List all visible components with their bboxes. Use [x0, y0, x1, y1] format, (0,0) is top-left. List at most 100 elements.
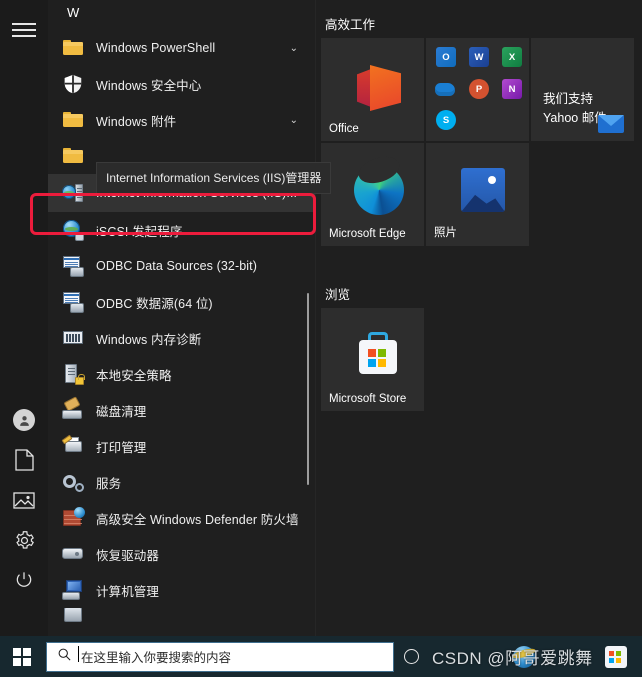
recovery-drive-icon: [62, 543, 84, 565]
tile-microsoft-edge[interactable]: Microsoft Edge: [321, 143, 424, 246]
list-item-odbc-64[interactable]: ODBC 数据源(64 位): [48, 284, 316, 320]
cortana-icon: [403, 649, 419, 664]
screen: VMware W Windows PowerShell ⌄ Windows 安全…: [0, 0, 642, 677]
list-item-label: Windows 内存诊断: [96, 332, 202, 347]
list-item-windows-security[interactable]: Windows 安全中心: [48, 66, 316, 102]
start-menu: VMware W Windows PowerShell ⌄ Windows 安全…: [0, 0, 642, 636]
edge-logo-icon: [354, 165, 404, 215]
onenote-icon: N: [502, 79, 522, 99]
services-icon: [62, 471, 84, 493]
tooltip-iis-manager: Internet Information Services (IIS)管理器: [96, 162, 332, 194]
list-item-windows-accessories[interactable]: Windows 附件 ⌄: [48, 102, 316, 138]
list-item-label: 恢复驱动器: [96, 548, 160, 563]
taskbar: 在这里输入你要搜索的内容 CSDN @阿哥爱跳舞: [0, 636, 642, 677]
settings-button[interactable]: [0, 520, 48, 560]
print-management-icon: [61, 434, 84, 457]
local-security-policy-icon: [62, 363, 85, 385]
folder-icon: [62, 37, 84, 59]
list-item-services[interactable]: 服务: [48, 464, 316, 500]
odbc-icon: [62, 255, 84, 277]
generic-app-icon: [62, 608, 84, 622]
outlook-icon: O: [436, 47, 456, 67]
tile-group-productivity: Office O W X P N S 我们支持 Yahoo 邮件 Microso…: [321, 38, 641, 276]
list-item-label: ODBC 数据源(64 位): [96, 296, 213, 311]
list-item-partial-bottom[interactable]: [48, 608, 316, 622]
start-button[interactable]: [0, 636, 44, 677]
document-icon: [14, 449, 34, 471]
hamburger-menu-button[interactable]: [0, 6, 48, 46]
list-item-computer-management[interactable]: 计算机管理: [48, 572, 316, 608]
chevron-down-icon[interactable]: ⌄: [290, 102, 298, 138]
taskbar-internet-explorer[interactable]: [506, 636, 542, 677]
pictures-button[interactable]: [0, 480, 48, 520]
powerpoint-icon: P: [469, 79, 489, 99]
list-item-label: iSCSI 发起程序: [96, 224, 183, 239]
store-icon: [605, 645, 627, 668]
windows-logo-icon: [13, 647, 31, 666]
list-item-label: 高级安全 Windows Defender 防火墙: [96, 512, 299, 527]
cortana-button[interactable]: [394, 636, 428, 677]
list-item-local-security-policy[interactable]: 本地安全策略: [48, 356, 316, 392]
list-item-print-management[interactable]: 打印管理: [48, 428, 316, 464]
tile-group-browse: Microsoft Store: [321, 308, 641, 418]
folder-icon: [62, 145, 84, 167]
disk-cleanup-icon: [62, 396, 84, 421]
tile-office-apps[interactable]: O W X P N S: [426, 38, 529, 141]
internet-explorer-icon: [513, 645, 535, 668]
excel-icon: X: [502, 47, 522, 67]
tile-label: 照片: [434, 227, 457, 239]
iis-manager-icon: [62, 182, 84, 204]
list-item-memory-diagnostic[interactable]: Windows 内存诊断: [48, 320, 316, 356]
onedrive-icon: [435, 79, 455, 99]
list-item-odbc-32[interactable]: ODBC Data Sources (32-bit): [48, 248, 316, 284]
photos-logo-icon: [461, 168, 505, 212]
app-list[interactable]: VMware W Windows PowerShell ⌄ Windows 安全…: [48, 0, 316, 636]
tile-group-title-productivity: 高效工作: [325, 18, 376, 32]
store-logo-icon: [355, 332, 401, 376]
list-item-recovery-drive[interactable]: 恢复驱动器: [48, 536, 316, 572]
search-placeholder: 在这里输入你要搜索的内容: [78, 646, 231, 666]
list-item-label: ODBC Data Sources (32-bit): [96, 259, 257, 273]
list-item-iscsi-initiator[interactable]: iSCSI 发起程序: [48, 212, 316, 248]
tile-microsoft-store[interactable]: Microsoft Store: [321, 308, 424, 411]
firewall-icon: [62, 507, 85, 529]
tile-office[interactable]: Office: [321, 38, 424, 141]
mail-icon: [598, 115, 624, 133]
power-icon: [14, 570, 34, 590]
list-item-windows-powershell[interactable]: Windows PowerShell ⌄: [48, 30, 316, 66]
list-item-windows-defender-firewall[interactable]: 高级安全 Windows Defender 防火墙: [48, 500, 316, 536]
list-item-label: 打印管理: [96, 440, 147, 455]
chevron-down-icon[interactable]: ⌄: [290, 30, 298, 66]
list-item-label: Windows 附件: [96, 114, 177, 129]
iscsi-icon: [62, 219, 84, 241]
start-menu-rail: [0, 0, 48, 636]
skype-icon: S: [436, 110, 456, 130]
search-icon: [57, 647, 72, 667]
shield-icon: [62, 73, 84, 95]
list-item-label: 本地安全策略: [96, 368, 172, 383]
memory-icon: [62, 327, 84, 349]
group-letter-w[interactable]: W: [48, 0, 316, 30]
office-logo-icon: [357, 65, 401, 111]
list-item-disk-cleanup[interactable]: 磁盘清理: [48, 392, 316, 428]
scrollbar-thumb[interactable]: [307, 293, 309, 485]
odbc-icon: [62, 291, 84, 313]
text-caret: [78, 646, 79, 662]
power-button[interactable]: [0, 560, 48, 600]
list-item-label: Windows PowerShell: [96, 41, 216, 55]
tile-label: Microsoft Edge: [329, 228, 406, 240]
taskbar-microsoft-store[interactable]: [598, 636, 634, 677]
list-item-label: 服务: [96, 476, 122, 491]
app-list-scrollbar[interactable]: [301, 0, 315, 636]
account-button[interactable]: [0, 400, 48, 440]
tiles-pane: 高效工作 Office O W X P N S 我们支持 Yahoo 邮件 Mi…: [316, 0, 642, 636]
list-item-label: Windows 安全中心: [96, 78, 202, 93]
tile-yahoo-mail[interactable]: 我们支持 Yahoo 邮件: [531, 38, 634, 141]
tile-photos[interactable]: 照片: [426, 143, 529, 246]
list-item-label: 计算机管理: [96, 584, 160, 599]
search-input[interactable]: 在这里输入你要搜索的内容: [46, 641, 394, 672]
word-icon: W: [469, 47, 489, 67]
computer-management-icon: [62, 579, 84, 601]
documents-button[interactable]: [0, 440, 48, 480]
tile-group-title-browse: 浏览: [325, 288, 351, 302]
